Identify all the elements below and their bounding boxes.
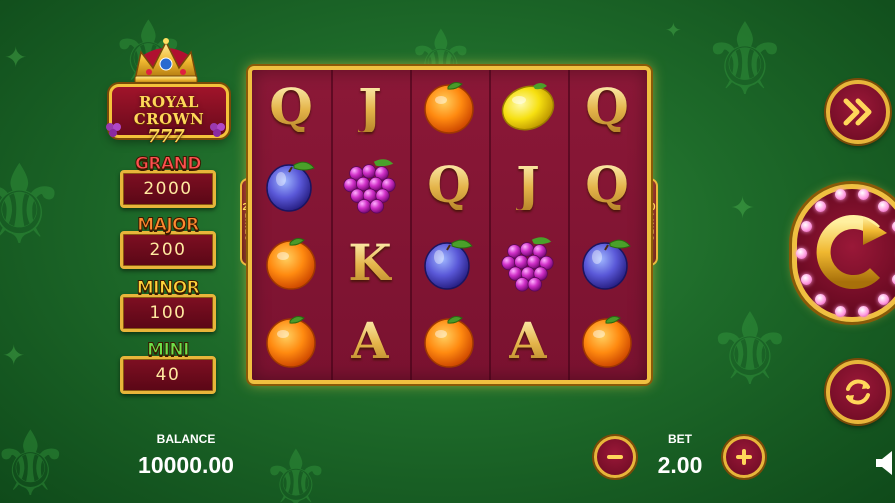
- balance-value: 10000.00: [138, 452, 234, 478]
- turbo-button[interactable]: [826, 80, 890, 144]
- light-bulb: [814, 200, 826, 212]
- game-logo: ROYAL CROWN 777: [105, 36, 229, 147]
- plum-symbol: [260, 154, 322, 216]
- sparkle-decoration: ✦: [2, 339, 26, 372]
- orange-symbol: [260, 232, 322, 294]
- symbol-letter: A: [350, 311, 390, 370]
- lemon-symbol: [497, 76, 559, 138]
- grapes-icon: [501, 237, 554, 292]
- symbol-letter: A: [508, 311, 548, 370]
- minus-icon: [607, 455, 623, 459]
- jackpot-value: 40: [120, 356, 216, 394]
- jackpot-value: 100: [120, 294, 216, 332]
- orange-symbol: [576, 310, 638, 372]
- spin-icon: [816, 215, 887, 289]
- light-bulb: [800, 273, 812, 285]
- fleur-de-lis-decoration: ⚜: [700, 1, 790, 118]
- light-bulb: [878, 200, 890, 212]
- light-bulb: [795, 247, 807, 259]
- orange-icon: [582, 316, 632, 368]
- plum-symbol: [576, 232, 638, 294]
- symbol-letter: Q: [585, 155, 629, 214]
- orange-symbol: [260, 310, 322, 372]
- autoplay-button[interactable]: [826, 360, 890, 424]
- bet-value: 2.00: [657, 452, 703, 478]
- fast-forward-icon: [843, 98, 872, 126]
- plum-symbol: [418, 232, 480, 294]
- letter-symbol-q: Q: [260, 76, 322, 138]
- symbol-letter: J: [516, 155, 540, 214]
- reel-divider: [568, 70, 570, 380]
- reel-divider: [410, 70, 412, 380]
- balance-label: BALANCE: [156, 432, 216, 446]
- orange-icon: [266, 316, 316, 368]
- jackpot-mini: MINI 40: [120, 341, 216, 394]
- bet-decrease-button[interactable]: [594, 436, 636, 478]
- reels-grid: Q J KA Q J A Q Q: [248, 66, 651, 384]
- sparkle-decoration: ✦: [665, 18, 682, 42]
- light-bulb: [800, 221, 812, 233]
- jackpot-major: MAJOR 200: [120, 216, 216, 269]
- symbol-letter: Q: [269, 77, 313, 136]
- lemon-icon: [501, 83, 555, 131]
- grapes-icon: [106, 123, 121, 137]
- logo-777: 777: [147, 126, 185, 147]
- letter-symbol-q: Q: [576, 76, 638, 138]
- light-bulb: [814, 294, 826, 306]
- jackpot-grand: GRAND 2000: [120, 155, 216, 208]
- light-bulb: [835, 305, 847, 317]
- orange-icon: [424, 82, 474, 134]
- crown-icon: [134, 38, 198, 85]
- reel-divider: [331, 70, 333, 380]
- letter-symbol-j: J: [339, 76, 401, 138]
- orange-icon: [424, 316, 474, 368]
- reel-divider: [489, 70, 491, 380]
- grapes-icon: [210, 123, 225, 137]
- letter-symbol-q: Q: [576, 154, 638, 216]
- orange-symbol: [418, 76, 480, 138]
- plum-icon: [424, 239, 473, 290]
- jackpot-value: 200: [120, 231, 216, 269]
- symbol-letter: K: [348, 233, 392, 292]
- orange-symbol: [418, 310, 480, 372]
- jackpot-minor: MINOR 100: [120, 279, 216, 332]
- light-bulb: [878, 294, 890, 306]
- light-bulb: [857, 189, 869, 200]
- sparkle-decoration: ✦: [730, 191, 756, 226]
- fleur-de-lis-decoration: ⚜: [0, 412, 71, 503]
- symbol-letter: Q: [427, 155, 471, 214]
- fleur-de-lis-decoration: ⚜: [0, 141, 69, 269]
- orange-icon: [266, 238, 316, 290]
- jackpot-value: 2000: [120, 170, 216, 208]
- logo-title-line1: ROYAL: [139, 93, 199, 111]
- spin-button[interactable]: [792, 184, 895, 322]
- fleur-de-lis-decoration: ⚜: [705, 291, 795, 408]
- bet-increase-button[interactable]: [723, 436, 765, 478]
- letter-symbol-k: K: [339, 232, 401, 294]
- plum-icon: [266, 161, 315, 212]
- symbol-letter: Q: [585, 77, 629, 136]
- bet-label: BET: [668, 432, 692, 446]
- symbol-letter: J: [358, 77, 382, 136]
- sound-icon[interactable]: [876, 448, 895, 478]
- grapes-symbol: [497, 232, 559, 294]
- grapes-symbol: [339, 154, 401, 216]
- plus-icon: [736, 449, 752, 465]
- letter-symbol-j: J: [497, 154, 559, 216]
- autoplay-icon: [846, 379, 870, 405]
- letter-symbol-a: A: [339, 310, 401, 372]
- light-bulb: [857, 305, 869, 317]
- letter-symbol-q: Q: [418, 154, 480, 216]
- letter-symbol-a: A: [497, 310, 559, 372]
- light-bulb: [835, 189, 847, 200]
- fleur-de-lis-decoration: ⚜: [260, 433, 332, 503]
- grapes-icon: [343, 159, 396, 214]
- plum-icon: [582, 239, 631, 290]
- sparkle-decoration: ✦: [4, 41, 28, 74]
